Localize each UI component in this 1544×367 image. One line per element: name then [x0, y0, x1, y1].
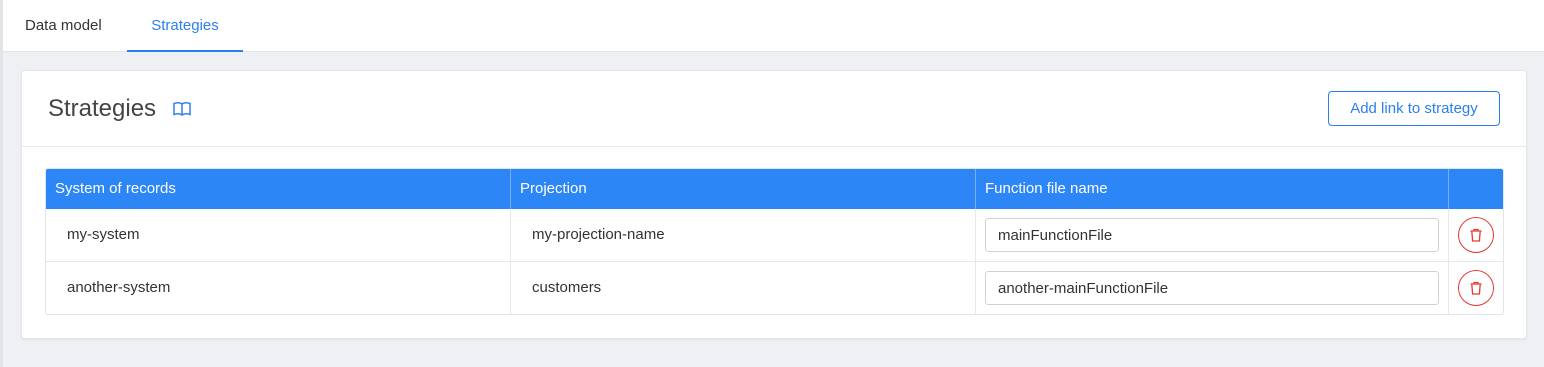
strategies-card: Strategies Add link to strategy System o…: [21, 70, 1527, 339]
system-cell: another-system: [46, 262, 511, 314]
card-header: Strategies Add link to strategy: [22, 71, 1526, 147]
strategies-table: System of records Projection Function fi…: [45, 168, 1504, 315]
projection-cell: my-projection-name: [511, 209, 976, 261]
tab-bar: Data model Strategies: [3, 0, 1544, 52]
column-header-system-of-records: System of records: [46, 169, 511, 209]
system-cell: my-system: [46, 209, 511, 261]
function-file-cell: [976, 209, 1449, 261]
actions-cell: [1449, 209, 1503, 261]
table-row: another-system customers: [46, 261, 1503, 314]
trash-icon: [1470, 228, 1482, 242]
delete-button[interactable]: [1458, 270, 1494, 306]
actions-cell: [1449, 262, 1503, 314]
column-header-projection: Projection: [511, 169, 976, 209]
projection-cell: customers: [511, 262, 976, 314]
function-file-cell: [976, 262, 1449, 314]
delete-button[interactable]: [1458, 217, 1494, 253]
trash-icon: [1470, 281, 1482, 295]
add-link-to-strategy-button[interactable]: Add link to strategy: [1328, 91, 1500, 126]
book-icon[interactable]: [173, 101, 191, 117]
tab-data-model[interactable]: Data model: [25, 0, 102, 52]
tab-strategies[interactable]: Strategies: [127, 0, 243, 52]
column-header-function-file-name: Function file name: [976, 169, 1449, 209]
table-header: System of records Projection Function fi…: [46, 169, 1503, 209]
function-file-input[interactable]: [985, 271, 1439, 305]
left-edge: [0, 0, 3, 367]
table-row: my-system my-projection-name: [46, 209, 1503, 261]
column-header-actions: [1449, 169, 1503, 209]
page-title: Strategies: [48, 95, 157, 122]
function-file-input[interactable]: [985, 218, 1439, 252]
